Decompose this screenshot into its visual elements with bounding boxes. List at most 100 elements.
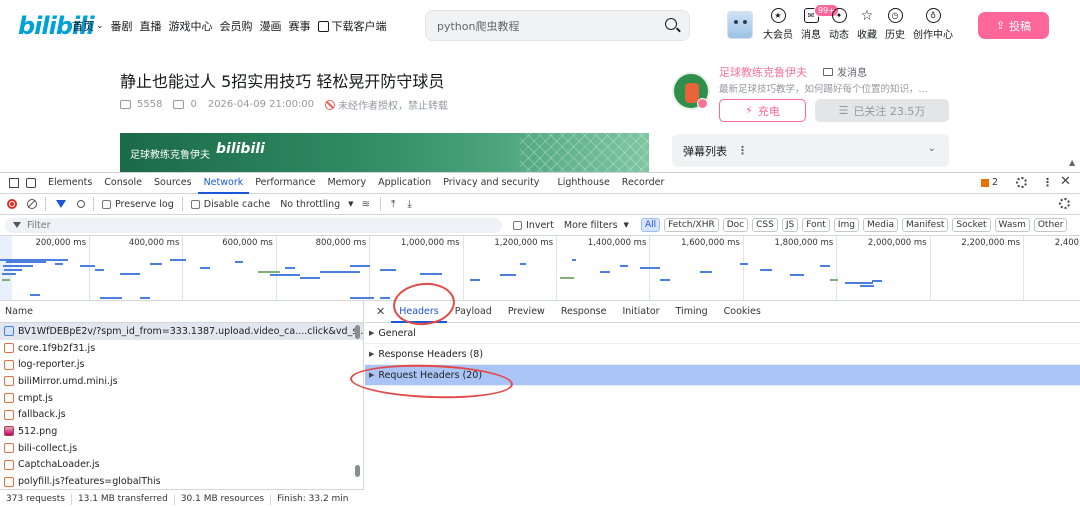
close-detail-icon[interactable]: ✕ [376, 305, 385, 318]
request-row[interactable]: fallback.js [0, 406, 363, 423]
search-input[interactable] [437, 19, 657, 32]
network-conditions-icon[interactable]: ≋ [362, 199, 370, 210]
preserve-log-checkbox[interactable]: Preserve log [102, 199, 174, 210]
filter-chip-font[interactable]: Font [802, 218, 830, 232]
filter-chip-js[interactable]: JS [781, 218, 799, 232]
device-toolbar-icon[interactable] [26, 178, 36, 188]
tab-cookies[interactable]: Cookies [716, 301, 769, 323]
more-options-icon[interactable]: ⋮ [1042, 176, 1053, 189]
download-client-link[interactable]: 下载客户端 [317, 18, 387, 34]
tab-memory[interactable]: Memory [321, 173, 372, 194]
filter-chip-other[interactable]: Other [1033, 218, 1068, 232]
nav-item-esports[interactable]: 赛事 [289, 18, 311, 34]
script-icon [4, 409, 14, 420]
overview-request-bar [500, 274, 516, 276]
video-player-top[interactable]: 足球教练克鲁伊夫 bilibili [120, 133, 649, 173]
menu-vip[interactable]: ★ 大会员 [763, 8, 793, 41]
devtools-settings-gear-icon[interactable] [1016, 177, 1027, 188]
request-row[interactable]: polyfill.js?features=globalThis [0, 473, 363, 490]
request-row[interactable]: 512.png [0, 423, 363, 440]
request-row[interactable]: CaptchaLoader.js [0, 457, 363, 474]
import-har-icon[interactable]: ⤒ [391, 199, 395, 210]
checkbox-icon [513, 220, 522, 230]
menu-history[interactable]: ◷ 历史 [885, 8, 905, 41]
menu-creator-center[interactable]: ♁ 创作中心 [913, 8, 953, 41]
more-vertical-icon[interactable]: ⋮ [737, 144, 748, 157]
tab-timing[interactable]: Timing [668, 301, 716, 323]
search-icon[interactable] [77, 200, 85, 208]
filter-chip-manifest[interactable]: Manifest [902, 218, 949, 232]
request-row[interactable]: bili-collect.js [0, 440, 363, 457]
filter-chip-wasm[interactable]: Wasm [994, 218, 1030, 232]
filter-chip-media[interactable]: Media [862, 218, 898, 232]
export-har-icon[interactable]: ⤓ [407, 199, 411, 210]
filter-input[interactable]: Filter [5, 217, 502, 233]
section-general[interactable]: ▶ General [365, 323, 1080, 344]
tab-lighthouse[interactable]: Lighthouse [551, 173, 615, 194]
upload-button[interactable]: ⇪ 投稿 [978, 12, 1049, 39]
inspect-element-icon[interactable] [9, 178, 19, 188]
filter-chip-fetch-xhr[interactable]: Fetch/XHR [664, 218, 719, 232]
filter-chip-socket[interactable]: Socket [952, 218, 991, 232]
tab-performance[interactable]: Performance [249, 173, 321, 194]
tab-sources[interactable]: Sources [148, 173, 198, 194]
danmaku-list-panel[interactable]: 弹幕列表 ⋮ ⌄ [672, 134, 949, 167]
filter-chip-css[interactable]: CSS [752, 218, 778, 232]
nav-item-live[interactable]: 直播 [140, 18, 162, 34]
charge-button[interactable]: ⚡ 充电 [719, 99, 806, 122]
tab-console[interactable]: Console [98, 173, 148, 194]
nav-item-game-center[interactable]: 游戏中心 [169, 18, 213, 34]
filter-chip-all[interactable]: All [640, 218, 661, 232]
menu-dynamic[interactable]: ✦ 动态 [829, 8, 849, 41]
invert-checkbox[interactable]: Invert [513, 220, 554, 231]
nav-item-home[interactable]: 首页 ⌄ [72, 18, 104, 34]
issues-counter[interactable]: 2 [981, 177, 998, 188]
request-row[interactable]: biliMirror.umd.mini.js [0, 373, 363, 390]
image-icon [4, 426, 14, 437]
nav-item-comics[interactable]: 漫画 [260, 18, 282, 34]
chevron-down-icon[interactable]: ⌄ [928, 143, 936, 154]
request-row[interactable]: core.1f9b2f31.js [0, 340, 363, 357]
filter-chip-img[interactable]: Img [833, 218, 859, 232]
user-avatar[interactable] [727, 11, 753, 39]
tab-initiator[interactable]: Initiator [614, 301, 667, 323]
disable-cache-checkbox[interactable]: Disable cache [190, 199, 270, 210]
bilibili-logo[interactable]: bilibili [18, 12, 95, 40]
tab-network[interactable]: Network [197, 173, 250, 194]
send-message-link[interactable]: 发消息 [823, 64, 867, 79]
section-label: General [378, 327, 416, 339]
tab-elements[interactable]: Elements [42, 173, 98, 194]
clear-log-icon[interactable] [27, 199, 37, 209]
tab-payload[interactable]: Payload [447, 301, 500, 323]
tab-privacy-security[interactable]: Privacy and security [437, 173, 545, 194]
request-row[interactable]: cmpt.js [0, 390, 363, 407]
filter-funnel-icon[interactable] [56, 200, 66, 208]
scroll-up-arrow-icon[interactable]: ▲ [1069, 158, 1075, 167]
section-request-headers[interactable]: ▶ Request Headers (20) [365, 365, 1080, 386]
request-row[interactable]: BV1WfDEBpE2v/?spm_id_from=333.1387.uploa… [0, 323, 363, 340]
uploader-name[interactable]: 足球教练克鲁伊夫 [719, 64, 807, 80]
tab-application[interactable]: Application [372, 173, 437, 194]
filter-chip-doc[interactable]: Doc [722, 218, 749, 232]
record-icon[interactable] [7, 199, 17, 209]
tab-headers[interactable]: Headers [391, 301, 447, 323]
close-devtools-icon[interactable]: ✕ [1060, 174, 1071, 189]
scrollbar-thumb[interactable] [355, 465, 360, 477]
section-response-headers[interactable]: ▶ Response Headers (8) [365, 344, 1080, 365]
menu-favorites[interactable]: ☆ 收藏 [857, 8, 877, 42]
request-row[interactable]: log-reporter.js [0, 356, 363, 373]
network-overview-timeline[interactable]: 200,000 ms 400,000 ms 600,000 ms 800,000 ms… [0, 236, 1080, 301]
scrollbar-thumb[interactable] [355, 325, 360, 339]
network-settings-gear-icon[interactable] [1059, 198, 1070, 209]
tab-recorder[interactable]: Recorder [616, 173, 671, 194]
tab-preview[interactable]: Preview [500, 301, 553, 323]
nav-item-vip-shop[interactable]: 会员购 [220, 18, 253, 34]
throttling-select[interactable]: No throttling ▼ [280, 199, 353, 210]
column-header-name[interactable]: Name [0, 301, 363, 323]
nav-item-anime[interactable]: 番剧 [111, 18, 133, 34]
menu-message[interactable]: ✉ 99+ 消息 [801, 4, 839, 41]
more-filters-dropdown[interactable]: More filters ▼ [564, 220, 629, 231]
search-icon[interactable] [665, 18, 677, 30]
tab-response[interactable]: Response [553, 301, 615, 323]
follow-button[interactable]: ☰ 已关注 23.5万 [815, 99, 949, 122]
